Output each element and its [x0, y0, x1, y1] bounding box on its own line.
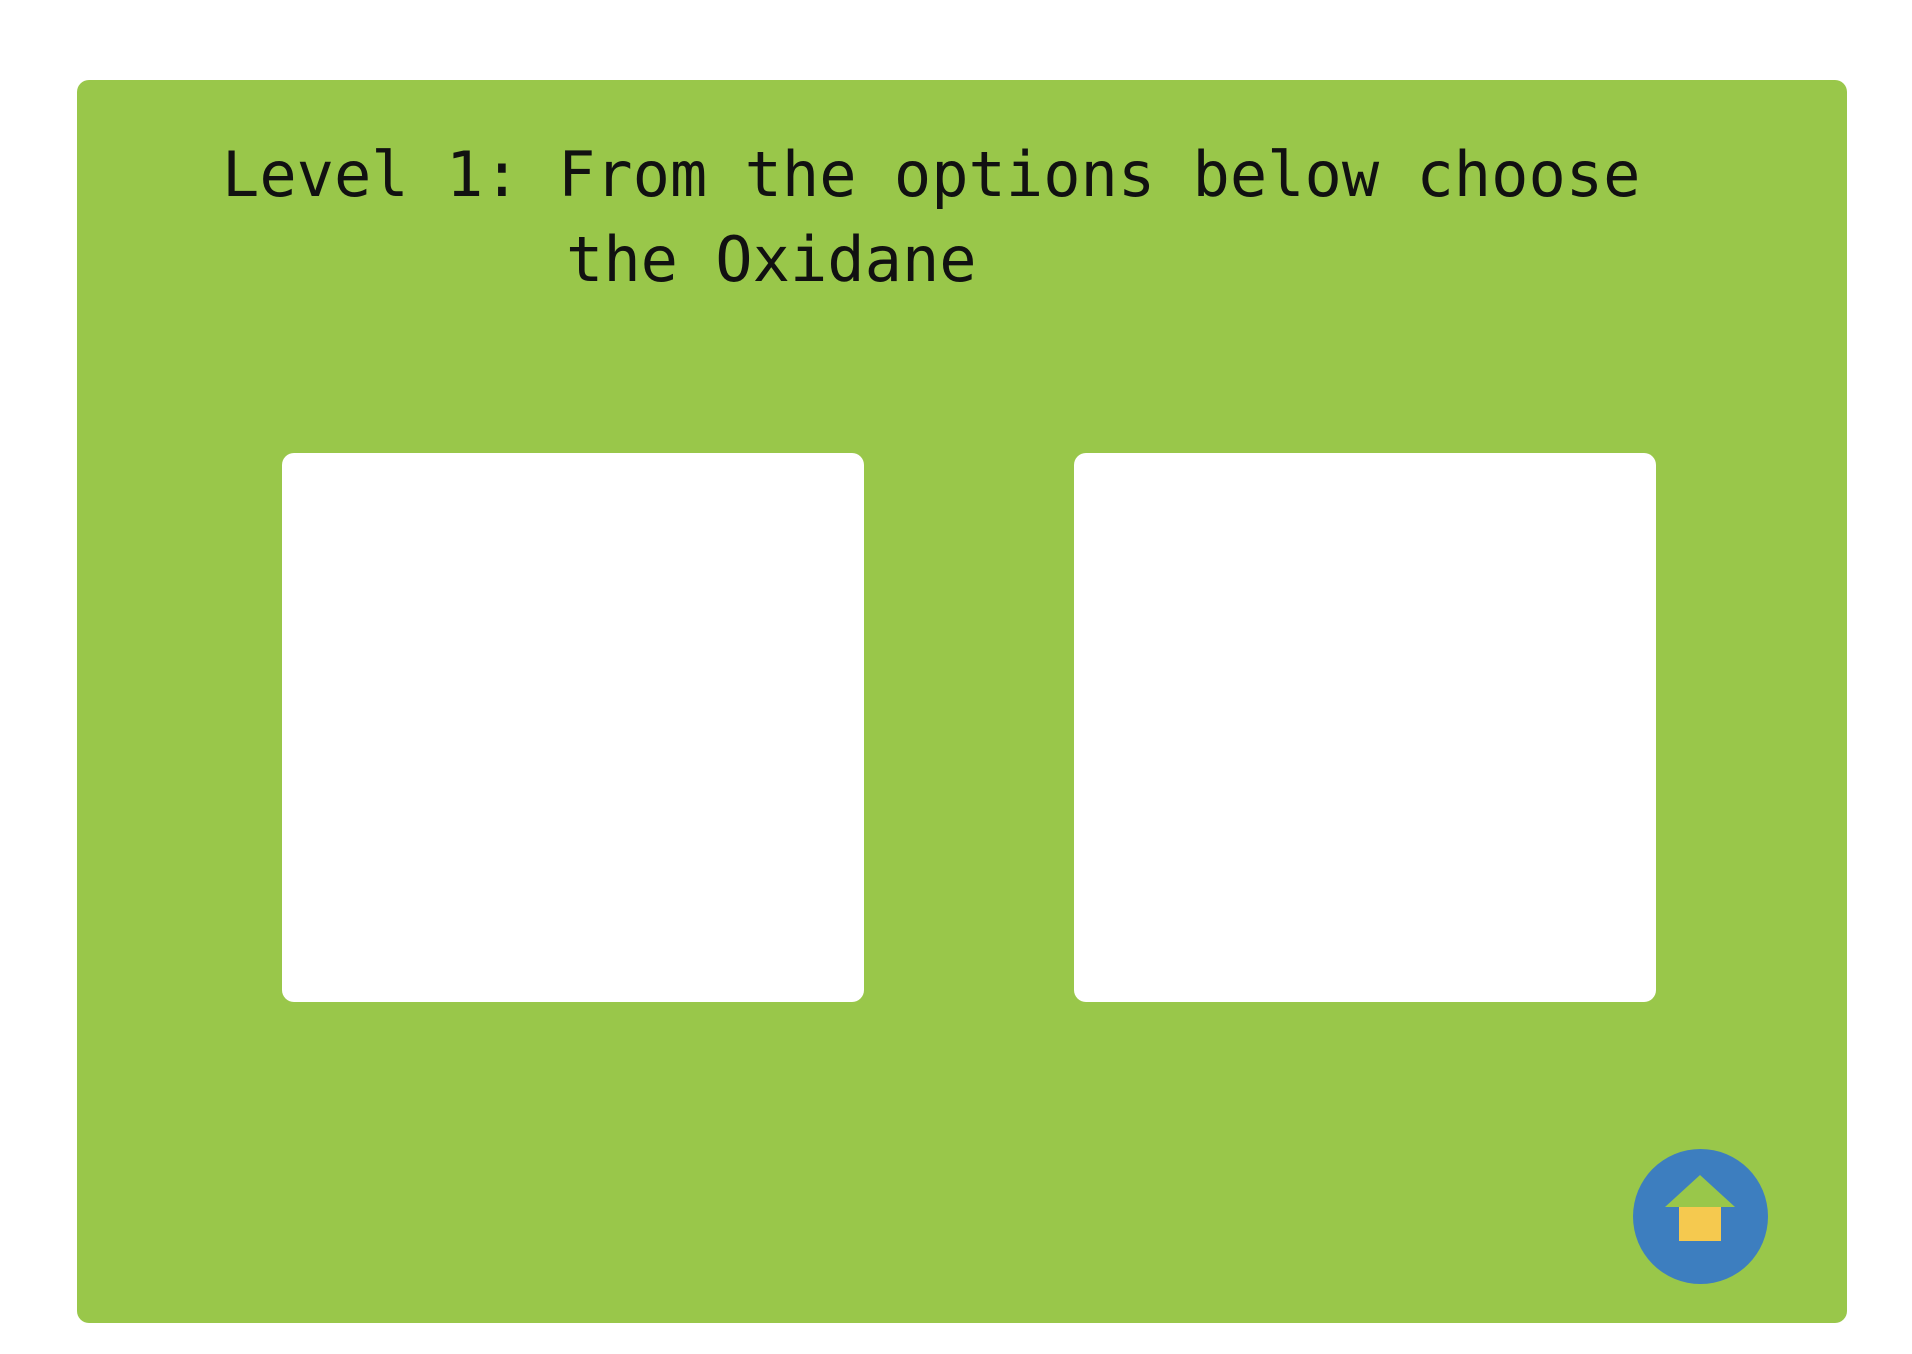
answer-option-2[interactable] [1074, 453, 1656, 1002]
question-line-1: Level 1: From the options below choose [222, 138, 1641, 211]
question-line-2: the Oxidane [566, 223, 977, 296]
game-board: Level 1: From the options below choose th… [77, 80, 1847, 1323]
home-icon [1665, 1175, 1735, 1241]
home-button[interactable] [1633, 1149, 1768, 1284]
home-icon-roof [1665, 1175, 1735, 1207]
home-icon-body [1679, 1207, 1721, 1241]
question-text: Level 1: From the options below choose th… [222, 132, 1640, 302]
answer-option-1[interactable] [282, 453, 864, 1002]
